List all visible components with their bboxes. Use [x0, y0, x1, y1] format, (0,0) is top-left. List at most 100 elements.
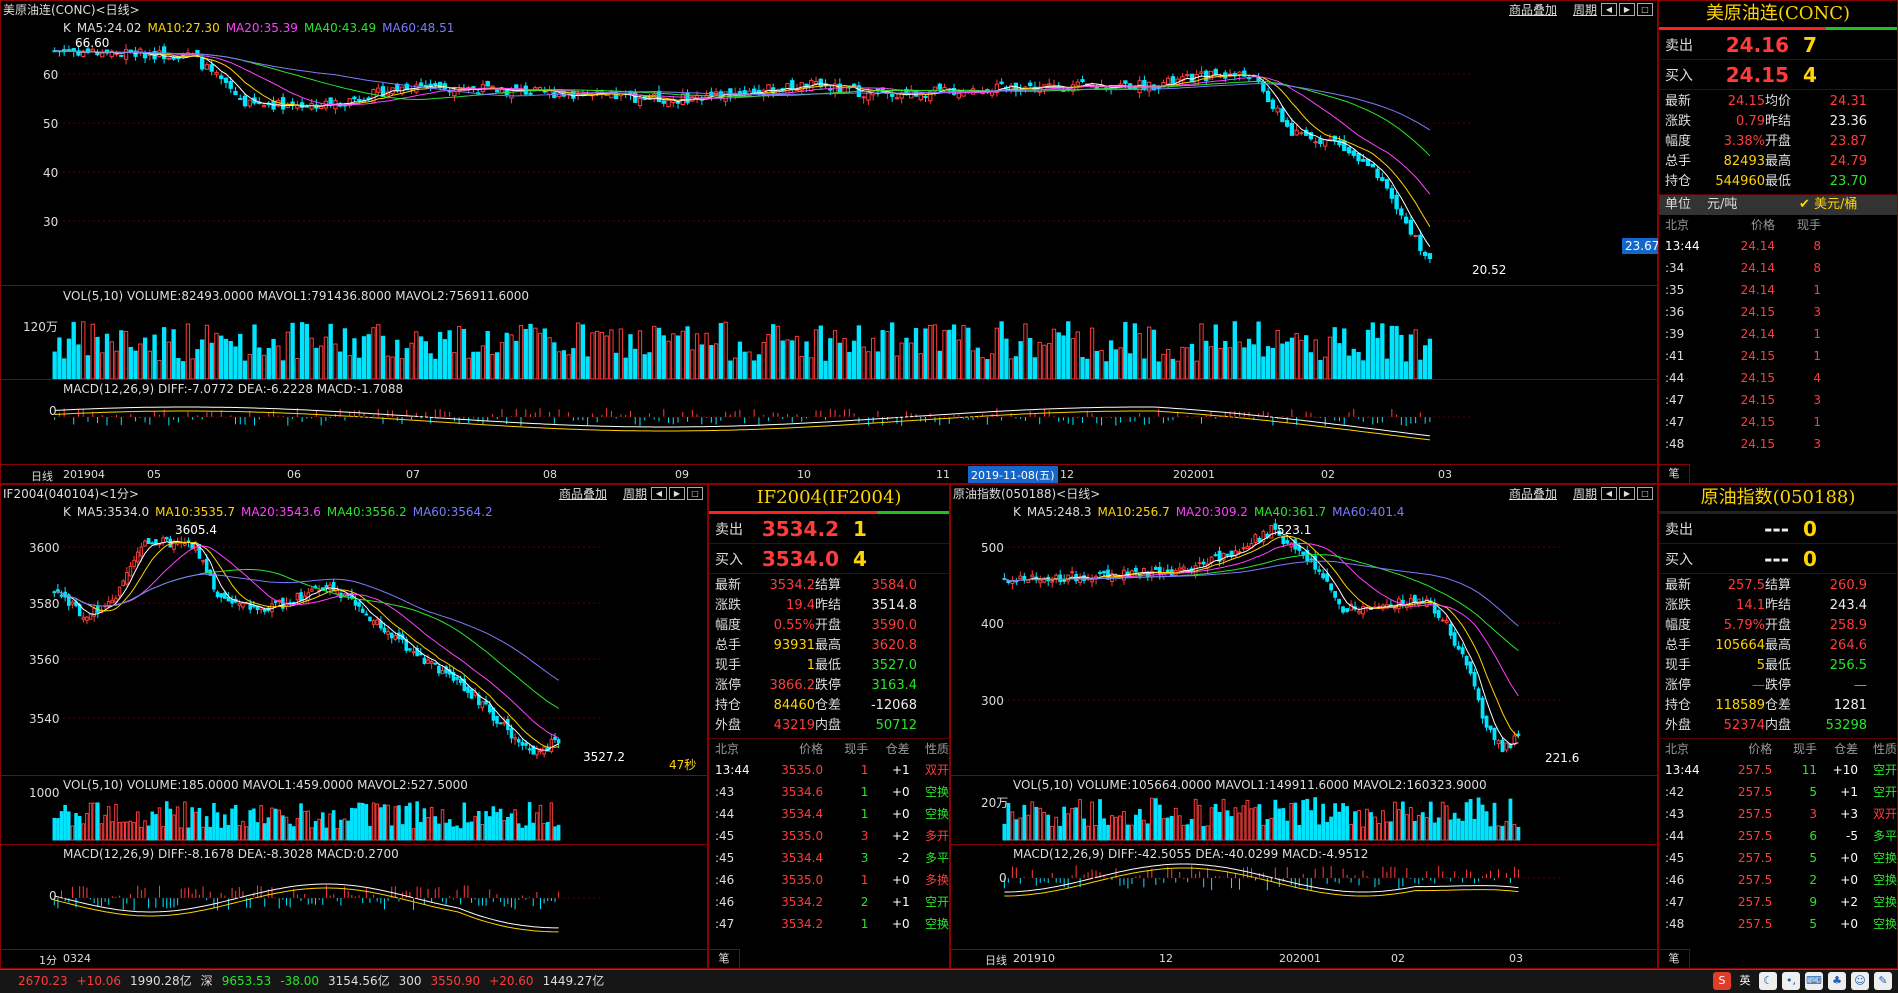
candle	[411, 651, 416, 654]
volume-bar	[462, 802, 467, 841]
tools-icon[interactable]: ✎	[1874, 972, 1892, 990]
candle	[408, 648, 412, 651]
volume-bar	[1369, 812, 1373, 841]
volume-bar	[1028, 337, 1033, 380]
tick-tab[interactable]: 笔	[1659, 949, 1690, 968]
tick-row: :44 3534.4 1 +0 空换	[709, 803, 949, 825]
volume-bar	[1408, 806, 1413, 841]
tick-cell: 空换	[924, 917, 949, 931]
volume-bar	[732, 357, 738, 380]
volume-bar	[1365, 808, 1369, 841]
tick-cell: :43	[715, 785, 735, 799]
stat-label: 最新	[1665, 94, 1692, 109]
candle	[295, 105, 300, 109]
stat-label: 涨跌	[715, 598, 742, 613]
tick-cell: +0	[891, 873, 910, 887]
unit-option-yuan[interactable]: 元/吨	[1707, 195, 1799, 215]
volume-bar	[1365, 329, 1371, 380]
tick-tab[interactable]: 笔	[1659, 464, 1690, 483]
candle	[549, 738, 554, 752]
volume-bar	[1377, 822, 1381, 841]
user-icon[interactable]: ☺	[1851, 972, 1869, 990]
volume-bar	[304, 323, 310, 380]
kline-chart[interactable]	[951, 485, 1657, 968]
volume-bar	[418, 336, 424, 380]
tick-cell: 24.15	[1740, 393, 1775, 407]
volume-bar	[842, 337, 847, 380]
candle	[637, 97, 643, 107]
sogou-icon[interactable]: S	[1713, 972, 1731, 990]
candle	[1427, 253, 1433, 260]
tick-cell: 24.14	[1740, 283, 1775, 297]
candle	[1440, 619, 1445, 622]
tick-tab[interactable]: 笔	[709, 949, 740, 968]
candle	[1476, 688, 1481, 701]
kline-chart[interactable]	[1, 485, 707, 968]
volume-bar	[85, 355, 91, 380]
candle	[426, 659, 430, 664]
volume-bar	[1380, 323, 1385, 380]
ime-language[interactable]: 英	[1736, 972, 1754, 990]
stat-label: 持仓	[1665, 174, 1692, 189]
max-price-label: 66.60	[75, 36, 110, 50]
candle	[1403, 216, 1409, 224]
candle	[1213, 68, 1218, 76]
tick-cell: :47	[1665, 393, 1685, 407]
volume-bar	[404, 806, 409, 841]
kline-chart[interactable]	[1, 1, 1657, 483]
if2004-chart-panel[interactable]: IF2004(040104)<1分> 商品叠加 周期 ◀ ▶ □ K MA5:3534.…	[0, 484, 708, 969]
min-price-label: 3527.2	[583, 750, 625, 764]
candle	[1456, 645, 1461, 650]
volume-bar	[1285, 820, 1290, 841]
tick-row: :34 24.14 8	[1659, 257, 1897, 279]
keyboard-icon[interactable]: ⌨	[1805, 972, 1823, 990]
volume-bar	[70, 825, 75, 841]
volume-bar	[552, 342, 557, 380]
candle	[128, 565, 133, 577]
volume-bar	[346, 820, 350, 841]
stat-value: 105664	[1715, 638, 1765, 653]
candle	[1181, 566, 1186, 570]
volume-bar	[951, 324, 957, 380]
volume-bar	[709, 345, 714, 380]
ma-line	[54, 50, 1431, 195]
volume-bar	[1284, 341, 1290, 380]
volume-bar	[1356, 352, 1361, 380]
volume-bar	[248, 810, 252, 841]
tick-row: :47 257.5 9 +2 空换	[1659, 891, 1897, 913]
tick-header-cell: 仓差	[885, 742, 910, 756]
tick-cell: :44	[715, 807, 735, 821]
unit-option-usd[interactable]: ✔ 美元/桶	[1799, 195, 1857, 215]
candle	[212, 573, 216, 590]
candle	[364, 613, 369, 616]
volume-bar	[937, 350, 942, 380]
volume-bar	[223, 814, 227, 841]
volume-bar	[1472, 818, 1477, 841]
stat-label: 仓差	[815, 698, 842, 713]
tick-cell: 3	[1813, 305, 1821, 319]
volume-bar	[1193, 798, 1198, 841]
tick-row: :44 24.15 4	[1659, 367, 1897, 389]
volume-bar	[1327, 336, 1333, 380]
volume-bar	[1277, 808, 1282, 841]
volume-bar	[480, 824, 485, 841]
punctuation-icon[interactable]: •,	[1782, 972, 1800, 990]
volume-bar	[1133, 814, 1138, 841]
tick-cell: 3	[860, 829, 869, 843]
moon-icon[interactable]: ☾	[1759, 972, 1777, 990]
volume-bar	[1062, 806, 1067, 841]
crude-index-chart-panel[interactable]: 原油指数(050188)<日线> 商品叠加 周期 ◀ ▶ □ K MA5:248.3 MA…	[950, 484, 1658, 969]
volume-bar	[866, 351, 871, 380]
crude-continuous-chart-panel[interactable]: 美原油连(CONC)<日线> 商品叠加 周期 ◀ ▶ □ K MA5:24.02 MA10…	[0, 0, 1658, 484]
candle	[85, 616, 89, 621]
skin-icon[interactable]: ♣	[1828, 972, 1846, 990]
volume-bar	[1023, 323, 1028, 380]
volume-bar	[656, 327, 662, 380]
volume-bar	[357, 802, 361, 841]
volume-bar	[353, 808, 358, 841]
candle	[1325, 573, 1330, 582]
volume-bar	[1098, 799, 1102, 841]
candle	[516, 739, 521, 743]
stat-value: 3527.0	[871, 658, 918, 673]
stat-label: 昨结	[1765, 114, 1792, 129]
